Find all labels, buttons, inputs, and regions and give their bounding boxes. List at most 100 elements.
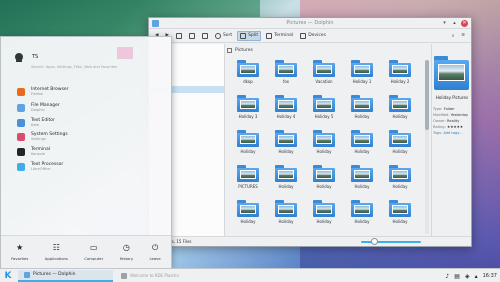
devices-button[interactable]: Devices: [298, 31, 328, 41]
system-tray: ♪ ▤ ◈ ▴ 16:37: [445, 269, 497, 282]
file-item[interactable]: Holiday: [381, 200, 419, 235]
launcher-app[interactable]: Terminal Konsole: [17, 147, 50, 158]
zoom-slider[interactable]: [361, 241, 421, 243]
file-item[interactable]: Holiday: [305, 130, 343, 165]
clipboard-icon[interactable]: ▤: [454, 273, 460, 280]
file-item[interactable]: Holiday: [229, 130, 267, 165]
file-item[interactable]: Vacation: [305, 60, 343, 95]
search-button[interactable]: ⌕: [450, 31, 457, 41]
folder-icon: [389, 130, 411, 147]
app-description: Dolphin: [31, 108, 45, 112]
file-name: Holiday 2: [390, 79, 410, 84]
file-item[interactable]: Holiday: [381, 165, 419, 200]
launcher-tab[interactable]: ☷ Applications: [45, 243, 68, 261]
file-item[interactable]: fox: [267, 60, 305, 95]
task-label: Pictures — Dolphin: [33, 272, 76, 277]
file-item[interactable]: dkop: [229, 60, 267, 95]
folder-icon: [313, 95, 335, 112]
titlebar[interactable]: Pictures — Dolphin ▾ ▴ ✕: [149, 18, 471, 29]
view-details-button[interactable]: [187, 31, 197, 41]
file-item[interactable]: PICTURES: [229, 165, 267, 200]
window-controls: ▾ ▴ ✕: [441, 20, 468, 27]
file-grid: dkop fox Vacation Holiday 1 Holiday 2 Holiday…: [229, 60, 424, 236]
network-icon[interactable]: ◈: [465, 273, 470, 280]
file-item[interactable]: Holiday: [381, 130, 419, 165]
hamburger-icon: ≡: [461, 33, 465, 38]
preview-folder-icon: [434, 56, 469, 90]
menu-button[interactable]: ≡: [459, 31, 467, 41]
search-input[interactable]: Search: Apps, Settings, Files, Web and F…: [31, 65, 166, 73]
file-item[interactable]: Holiday 3: [229, 95, 267, 130]
file-item[interactable]: Holiday 2: [381, 60, 419, 95]
scrollbar-thumb[interactable]: [425, 60, 429, 130]
metadata-value[interactable]: Add tags...: [443, 131, 462, 135]
file-name: Holiday: [354, 219, 370, 224]
file-item[interactable]: Holiday 4: [267, 95, 305, 130]
metadata-key: Type:: [433, 107, 443, 111]
launcher-tab[interactable]: ▭ Computer: [84, 243, 103, 261]
file-item[interactable]: Holiday: [343, 130, 381, 165]
file-name: dkop: [243, 79, 253, 84]
zoom-slider-handle[interactable]: [371, 238, 378, 245]
task-dolphin[interactable]: Pictures — Dolphin: [18, 269, 113, 282]
metadata-key: Tags:: [433, 131, 443, 135]
file-name: Holiday: [316, 149, 332, 154]
terminal-button[interactable]: Terminal: [264, 31, 295, 41]
status-bar: 24 Folders, 15 Files: [149, 236, 471, 246]
file-item[interactable]: Holiday: [267, 200, 305, 235]
breadcrumb[interactable]: Pictures: [227, 46, 253, 54]
clock[interactable]: 16:37: [483, 273, 497, 279]
folder-icon: [237, 95, 259, 112]
file-name: Holiday: [316, 219, 332, 224]
terminal-label: Terminal: [274, 33, 294, 38]
file-name: Holiday: [392, 184, 408, 189]
sort-button[interactable]: Sort: [213, 31, 234, 41]
view-columns-button[interactable]: [200, 31, 210, 41]
task-label: Welcome to KDE Plasma: [130, 273, 179, 278]
file-item[interactable]: Holiday 1: [343, 60, 381, 95]
file-manager-window[interactable]: Pictures — Dolphin ▾ ▴ ✕ ◀ ▶ Sort Split …: [148, 17, 472, 247]
split-icon: [240, 32, 247, 39]
folder-icon: [389, 60, 411, 77]
launcher-app[interactable]: Internet Browser Firefox: [17, 87, 69, 98]
app-icon: [17, 163, 25, 171]
file-item[interactable]: Holiday: [267, 165, 305, 200]
folder-icon: [313, 200, 335, 217]
launcher-tab[interactable]: ★ Favorites: [11, 243, 28, 261]
kde-menu-icon[interactable]: K: [2, 270, 14, 282]
grid-icon: [175, 32, 182, 39]
launcher-tab[interactable]: ⏻ Leave: [149, 243, 160, 261]
launcher-app[interactable]: Text Processor LibreOffice: [17, 162, 63, 173]
file-name: Holiday: [316, 184, 332, 189]
file-item[interactable]: Holiday: [343, 200, 381, 235]
file-item[interactable]: Holiday: [229, 200, 267, 235]
launcher-app[interactable]: System Settings Settings: [17, 132, 68, 143]
launcher-tab[interactable]: ◷ History: [119, 243, 134, 261]
task-welcome[interactable]: Welcome to KDE Plasma: [117, 270, 257, 282]
scrollbar[interactable]: [425, 60, 429, 234]
metadata-value: Yesterday: [450, 113, 469, 117]
file-item[interactable]: Holiday: [267, 130, 305, 165]
maximize-icon[interactable]: ▴: [451, 20, 458, 27]
close-icon[interactable]: ✕: [461, 20, 468, 27]
file-item[interactable]: Holiday: [305, 165, 343, 200]
file-name: Holiday: [240, 149, 256, 154]
file-item[interactable]: Holiday 5: [305, 95, 343, 130]
folder-icon: [237, 60, 259, 77]
folder-icon: [389, 200, 411, 217]
view-icons-button[interactable]: [174, 31, 184, 41]
taskbar: K Pictures — Dolphin Welcome to KDE Plas…: [0, 268, 500, 282]
expand-tray-icon[interactable]: ▴: [475, 273, 478, 280]
file-item[interactable]: Holiday: [381, 95, 419, 130]
metadata-key: Rating:: [433, 125, 446, 129]
minimize-icon[interactable]: ▾: [441, 20, 448, 27]
volume-icon[interactable]: ♪: [445, 273, 449, 280]
launcher-app[interactable]: File Manager Dolphin: [17, 103, 60, 114]
metadata-value: Folder: [443, 107, 455, 111]
tab-label: History: [119, 255, 134, 261]
file-item[interactable]: Holiday: [305, 200, 343, 235]
file-item[interactable]: Holiday: [343, 95, 381, 130]
launcher-app[interactable]: Text Editor Kate: [17, 118, 55, 129]
split-button[interactable]: Split: [237, 30, 262, 41]
file-item[interactable]: Holiday: [343, 165, 381, 200]
